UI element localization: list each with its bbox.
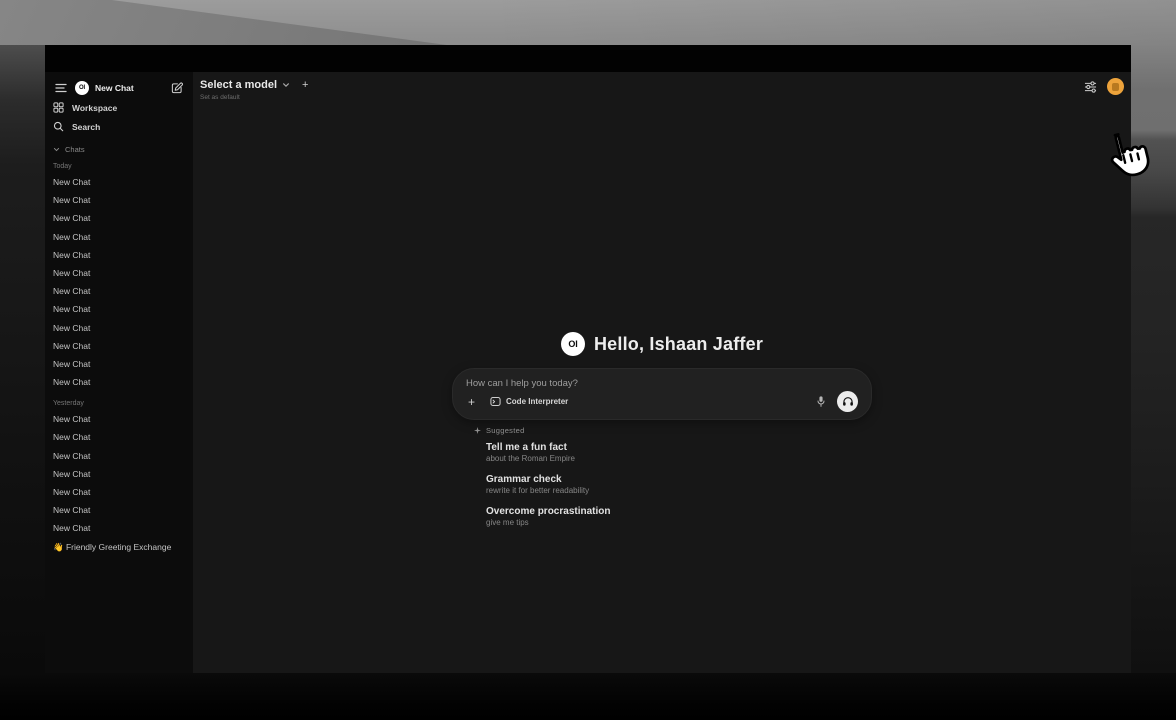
- wallpaper-left: [0, 45, 45, 673]
- voice-call-button[interactable]: [837, 391, 858, 412]
- suggested-prompt-subtitle: rewrite it for better readability: [486, 486, 872, 496]
- chat-list-item[interactable]: New Chat: [53, 519, 187, 537]
- user-avatar[interactable]: [1107, 78, 1124, 95]
- chat-list-item[interactable]: New Chat: [53, 355, 187, 373]
- openwebui-logo-icon: OI: [75, 81, 89, 95]
- headphones-icon: [842, 396, 854, 407]
- attach-button[interactable]: +: [466, 396, 477, 408]
- greeting-row: OI Hello, Ishaan Jaffer: [452, 330, 872, 358]
- chats-section-label: Chats: [65, 145, 85, 154]
- chevron-down-icon: [53, 146, 60, 153]
- chat-list-item[interactable]: New Chat: [53, 501, 187, 519]
- sparkle-icon: [474, 427, 481, 434]
- chat-group: Yesterday New Chat New Chat New Chat New…: [53, 397, 187, 556]
- model-selector[interactable]: Select a model +: [200, 79, 1131, 91]
- sidebar: OI New Chat Workspace Search: [45, 72, 193, 673]
- microphone-icon[interactable]: [814, 393, 828, 410]
- chat-list-item[interactable]: New Chat: [53, 173, 187, 191]
- chat-groups: Today New Chat New Chat New Chat New Cha…: [53, 160, 187, 556]
- chat-list-item[interactable]: New Chat: [53, 209, 187, 227]
- logo-text: OI: [568, 339, 577, 349]
- chat-list-item[interactable]: New Chat: [53, 410, 187, 428]
- sidebar-item-label: Workspace: [72, 103, 117, 113]
- add-model-button[interactable]: +: [302, 80, 308, 91]
- composer-toolbar: + Code Interpreter: [466, 391, 858, 412]
- wallpaper-right: [1131, 45, 1176, 673]
- chat-list-item[interactable]: 👋 Friendly Greeting Exchange: [53, 538, 187, 556]
- chat-list-item[interactable]: New Chat: [53, 483, 187, 501]
- workspace-grid-icon: [53, 102, 64, 113]
- chat-list-item[interactable]: New Chat: [53, 337, 187, 355]
- openwebui-logo-icon: OI: [561, 332, 585, 356]
- chat-list-item[interactable]: New Chat: [53, 264, 187, 282]
- suggested-prompt[interactable]: Overcome procrastination give me tips: [486, 505, 872, 528]
- logo-text: OI: [79, 85, 85, 91]
- chats-section-toggle[interactable]: Chats: [53, 141, 187, 157]
- chat-list-item[interactable]: New Chat: [53, 373, 187, 391]
- chat-list-item[interactable]: New Chat: [53, 191, 187, 209]
- chat-list-item[interactable]: New Chat: [53, 447, 187, 465]
- welcome-area: OI Hello, Ishaan Jaffer How can I help y…: [452, 330, 872, 537]
- sidebar-item-workspace[interactable]: Workspace: [53, 98, 187, 117]
- code-interpreter-icon: [490, 396, 501, 407]
- window-titlebar: [45, 45, 1131, 72]
- message-input[interactable]: How can I help you today?: [466, 378, 858, 389]
- greeting-text: Hello, Ishaan Jaffer: [594, 334, 763, 355]
- chat-group-items: New Chat New Chat New Chat New Chat New …: [53, 410, 187, 556]
- controls-sliders-icon[interactable]: [1082, 79, 1099, 95]
- suggested-prompt-title: Tell me a fun fact: [486, 441, 872, 454]
- chat-list-item[interactable]: New Chat: [53, 428, 187, 446]
- app-window: OI New Chat Workspace Search: [45, 45, 1131, 673]
- chevron-down-icon: [282, 81, 290, 89]
- chat-list-item[interactable]: New Chat: [53, 228, 187, 246]
- suggested-label: Suggested: [486, 426, 525, 435]
- suggested-prompt[interactable]: Tell me a fun fact about the Roman Empir…: [486, 441, 872, 464]
- suggested-header: Suggested: [474, 424, 872, 436]
- code-interpreter-label: Code Interpreter: [506, 397, 568, 406]
- wallpaper-bottom: [0, 673, 1176, 720]
- search-icon: [53, 121, 64, 132]
- suggested-prompt-title: Grammar check: [486, 473, 872, 486]
- main-content: Select a model + Set as default OI: [193, 72, 1131, 673]
- chat-list-item[interactable]: New Chat: [53, 319, 187, 337]
- suggested-prompt-subtitle: about the Roman Empire: [486, 454, 872, 464]
- set-as-default-link[interactable]: Set as default: [200, 94, 1131, 101]
- model-selector-label: Select a model: [200, 79, 277, 91]
- sidebar-item-label: Search: [72, 122, 100, 132]
- suggested-prompt[interactable]: Grammar check rewrite it for better read…: [486, 473, 872, 496]
- suggested-prompts: Tell me a fun fact about the Roman Empir…: [474, 441, 872, 528]
- chat-list-item[interactable]: New Chat: [53, 300, 187, 318]
- new-chat-icon[interactable]: [169, 80, 185, 96]
- wallpaper-top: [0, 0, 1176, 45]
- sidebar-item-search[interactable]: Search: [53, 117, 187, 136]
- suggested-prompt-title: Overcome procrastination: [486, 505, 872, 518]
- suggested-prompt-subtitle: give me tips: [486, 518, 872, 528]
- main-topbar: Select a model + Set as default: [193, 72, 1131, 112]
- chat-group-label: Today: [53, 160, 187, 173]
- chat-list-item[interactable]: New Chat: [53, 246, 187, 264]
- chat-list-item[interactable]: New Chat: [53, 465, 187, 483]
- suggested-section: Suggested Tell me a fun fact about the R…: [452, 424, 872, 528]
- code-interpreter-toggle[interactable]: Code Interpreter: [486, 394, 572, 409]
- chat-group-items: New Chat New Chat New Chat New Chat New …: [53, 173, 187, 391]
- sidebar-title: New Chat: [95, 83, 163, 93]
- chat-group: Today New Chat New Chat New Chat New Cha…: [53, 160, 187, 391]
- menu-icon[interactable]: [53, 81, 69, 95]
- chat-group-label: Yesterday: [53, 397, 187, 410]
- chat-list-item[interactable]: New Chat: [53, 282, 187, 300]
- sidebar-header: OI New Chat: [53, 78, 187, 98]
- message-composer: How can I help you today? + Code Interpr…: [452, 368, 872, 420]
